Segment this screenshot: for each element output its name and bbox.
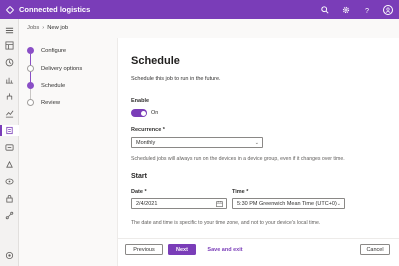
calendar-icon[interactable] [216, 200, 223, 207]
app-title: Connected logistics [19, 5, 91, 14]
rules-icon[interactable] [4, 91, 15, 102]
step-status-icon [27, 82, 34, 89]
wizard-steps: Configure Delivery options Schedule Revi… [19, 38, 117, 266]
start-hint: The date and time is specific to your ti… [131, 220, 321, 226]
svg-text:?: ? [365, 6, 369, 14]
enable-toggle[interactable] [131, 109, 147, 117]
step-review[interactable]: Review [27, 99, 60, 106]
schedule-panel: Schedule Schedule this job to run in the… [117, 38, 399, 266]
start-section-title: Start [131, 173, 147, 180]
step-status-icon [27, 65, 34, 72]
date-value: 2/4/2021 [136, 200, 158, 207]
wizard-footer: Previous Next Save and exit Cancel [118, 238, 399, 266]
time-label: Time * [232, 189, 249, 195]
recurrence-hint: Scheduled jobs will always run on the de… [131, 156, 345, 162]
chevron-down-icon: ⌄ [254, 140, 259, 146]
step-status-icon [27, 99, 34, 106]
step-delivery-options[interactable]: Delivery options [27, 65, 82, 72]
jobs-icon[interactable] [0, 125, 19, 136]
date-label: Date * [131, 189, 147, 195]
time-dropdown[interactable]: 5:30 PM Greenwich Mean Time (UTC+0) ⌄ [232, 198, 345, 209]
hamburger-menu-icon[interactable] [4, 25, 15, 36]
settings-bottom-icon[interactable] [4, 250, 15, 261]
enable-label: Enable [131, 98, 150, 104]
page-title: Schedule [131, 55, 180, 67]
step-status-icon [27, 47, 34, 54]
step-label: Configure [41, 47, 67, 54]
dashboard-icon[interactable] [4, 40, 15, 51]
step-configure[interactable]: Configure [27, 47, 66, 54]
user-icon[interactable] [383, 4, 393, 15]
chevron-down-icon: ⌄ [336, 201, 341, 207]
step-label: Schedule [41, 82, 66, 89]
device-groups-icon[interactable] [4, 74, 15, 85]
search-icon[interactable] [320, 5, 330, 15]
cancel-button[interactable]: Cancel [360, 244, 390, 255]
recurrence-value: Monthly [136, 139, 156, 146]
recurrence-dropdown[interactable]: Monthly ⌄ [131, 137, 263, 148]
connections-icon[interactable] [4, 210, 15, 221]
breadcrumb-current: New job [47, 25, 69, 31]
time-value: 5:30 PM Greenwich Mean Time (UTC+0) [237, 200, 337, 207]
page-description: Schedule this job to run in the future. [131, 76, 221, 82]
top-actions: ? [320, 0, 393, 19]
lock-icon[interactable] [4, 193, 15, 204]
date-picker[interactable]: 2/4/2021 [131, 198, 227, 209]
breadcrumb: Jobs › New job [27, 25, 68, 31]
app-logo-icon [5, 5, 15, 14]
data-export-icon[interactable] [4, 176, 15, 187]
previous-button[interactable]: Previous [125, 244, 163, 255]
next-button[interactable]: Next [168, 244, 196, 255]
step-label: Delivery options [41, 65, 83, 72]
recurrence-label: Recurrence * [131, 127, 165, 133]
gear-icon[interactable] [341, 5, 351, 15]
breadcrumb-jobs-link[interactable]: Jobs [27, 25, 39, 31]
help-icon[interactable]: ? [362, 5, 372, 15]
devices-icon[interactable] [4, 57, 15, 68]
step-schedule[interactable]: Schedule [27, 82, 65, 89]
step-label: Review [41, 99, 61, 106]
top-bar: Connected logistics ? [0, 0, 399, 19]
analytics-icon[interactable] [4, 108, 15, 119]
device-templates-icon[interactable] [4, 142, 15, 153]
save-and-exit-button[interactable]: Save and exit [205, 244, 245, 255]
data-explorer-icon[interactable] [4, 159, 15, 170]
breadcrumb-separator: › [42, 25, 45, 31]
left-nav [0, 19, 19, 266]
enable-toggle-state: On [151, 110, 159, 116]
